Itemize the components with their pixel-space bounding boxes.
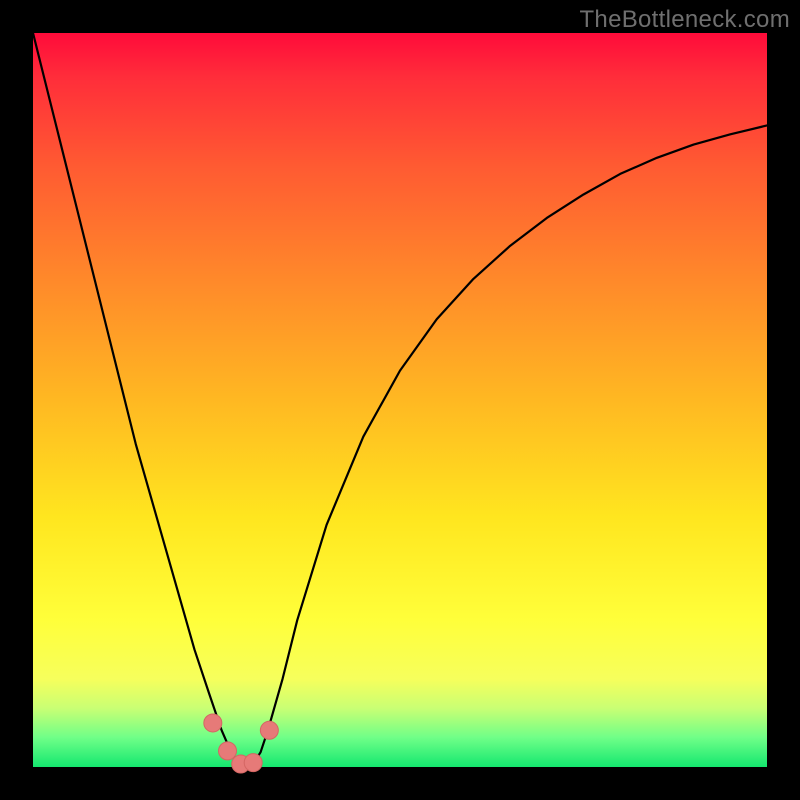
curve-markers bbox=[33, 33, 767, 767]
curve-marker bbox=[204, 714, 222, 732]
plot-area bbox=[33, 33, 767, 767]
curve-marker bbox=[260, 721, 278, 739]
curve-marker bbox=[219, 742, 237, 760]
chart-frame: TheBottleneck.com bbox=[0, 0, 800, 800]
watermark-text: TheBottleneck.com bbox=[579, 6, 790, 34]
curve-marker bbox=[244, 754, 262, 772]
